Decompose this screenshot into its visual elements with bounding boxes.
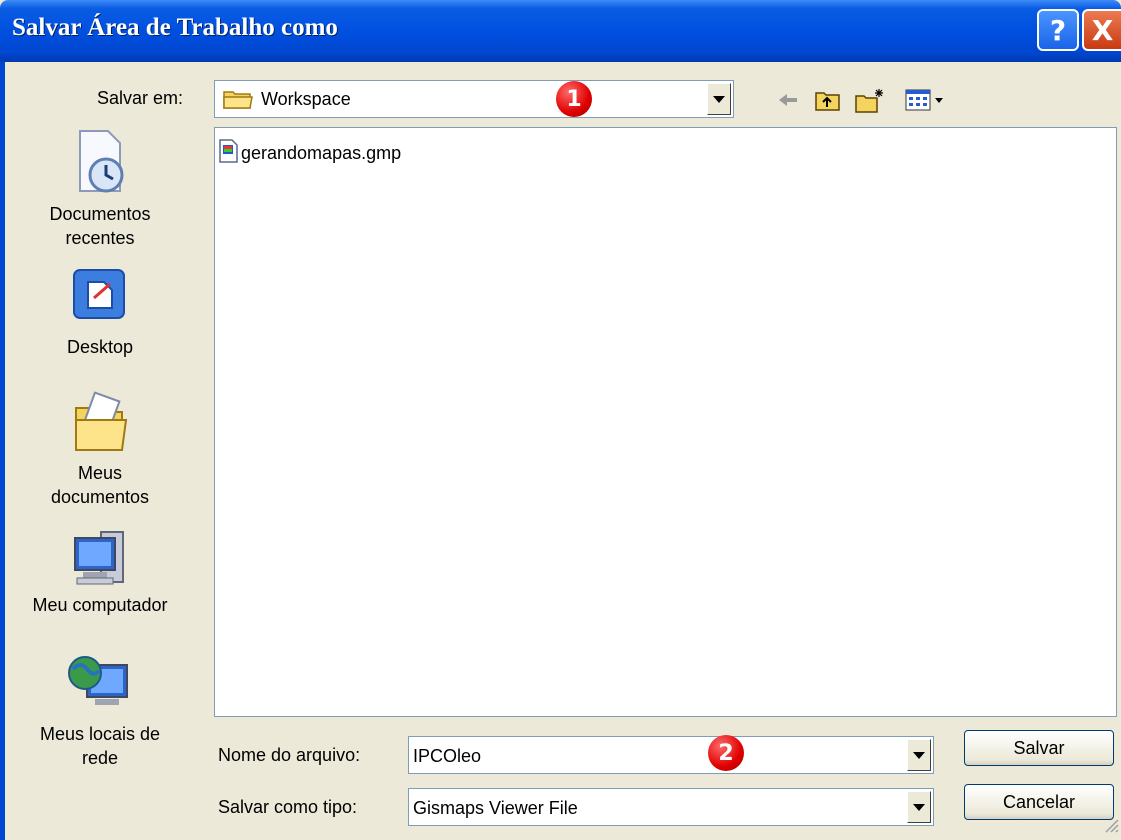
filetype-dropdown[interactable]: Gismaps Viewer File	[408, 788, 934, 826]
resize-grip-icon[interactable]	[1103, 817, 1119, 838]
title-bar: Salvar Área de Trabalho como ? X	[0, 0, 1121, 62]
chevron-down-icon[interactable]	[907, 739, 931, 771]
place-label: Meus locais de	[39, 724, 161, 744]
save-in-value: Workspace	[261, 89, 351, 109]
place-label: documentos	[50, 487, 150, 507]
network-places-icon	[65, 656, 135, 721]
filename-input[interactable]: IPCOleo	[408, 736, 934, 774]
file-name: gerandomapas.gmp	[241, 142, 402, 163]
view-menu-icon[interactable]	[905, 88, 951, 117]
place-network[interactable]: Meus locais de rede	[0, 651, 200, 770]
window-title: Salvar Área de Trabalho como	[12, 14, 338, 41]
filetype-value: Gismaps Viewer File	[413, 798, 578, 818]
my-documents-icon	[68, 391, 132, 460]
place-recent-documents[interactable]: Documentos recentes	[0, 127, 200, 250]
annotation-badge-1: 1	[556, 81, 592, 117]
desktop-icon	[68, 269, 132, 326]
file-list[interactable]: gerandomapas.gmp	[214, 127, 1117, 717]
back-arrow-icon[interactable]	[776, 88, 800, 117]
place-label: recentes	[65, 228, 135, 248]
place-label: Meus	[77, 463, 122, 483]
filename-label: Nome do arquivo:	[218, 745, 361, 765]
chevron-down-icon[interactable]	[707, 83, 731, 115]
place-label: Desktop	[66, 337, 134, 357]
new-folder-icon[interactable]	[855, 88, 885, 119]
place-my-documents[interactable]: Meus documentos	[0, 390, 200, 509]
save-in-dropdown[interactable]: Workspace	[214, 80, 734, 118]
save-button[interactable]: Salvar	[964, 730, 1114, 766]
file-item[interactable]: gerandomapas.gmp	[219, 138, 402, 168]
help-button[interactable]: ?	[1037, 9, 1079, 51]
my-computer-icon	[65, 531, 135, 592]
up-folder-icon[interactable]	[815, 88, 841, 117]
chevron-down-icon[interactable]	[907, 791, 931, 823]
gmp-file-icon	[219, 138, 239, 168]
cancel-button[interactable]: Cancelar	[964, 784, 1114, 820]
place-label: Documentos	[49, 204, 151, 224]
recent-documents-icon	[68, 130, 132, 201]
place-my-computer[interactable]: Meu computador	[0, 528, 200, 617]
filename-value: IPCOleo	[413, 746, 482, 766]
place-label: rede	[81, 748, 119, 768]
filetype-label: Salvar como tipo:	[218, 797, 358, 817]
annotation-badge-2: 2	[708, 735, 744, 771]
place-desktop[interactable]: Desktop	[0, 268, 200, 359]
close-button[interactable]: X	[1082, 9, 1121, 51]
folder-icon	[223, 88, 253, 115]
save-in-label: Salvar em:	[97, 88, 184, 108]
place-label: Meu computador	[32, 595, 168, 615]
